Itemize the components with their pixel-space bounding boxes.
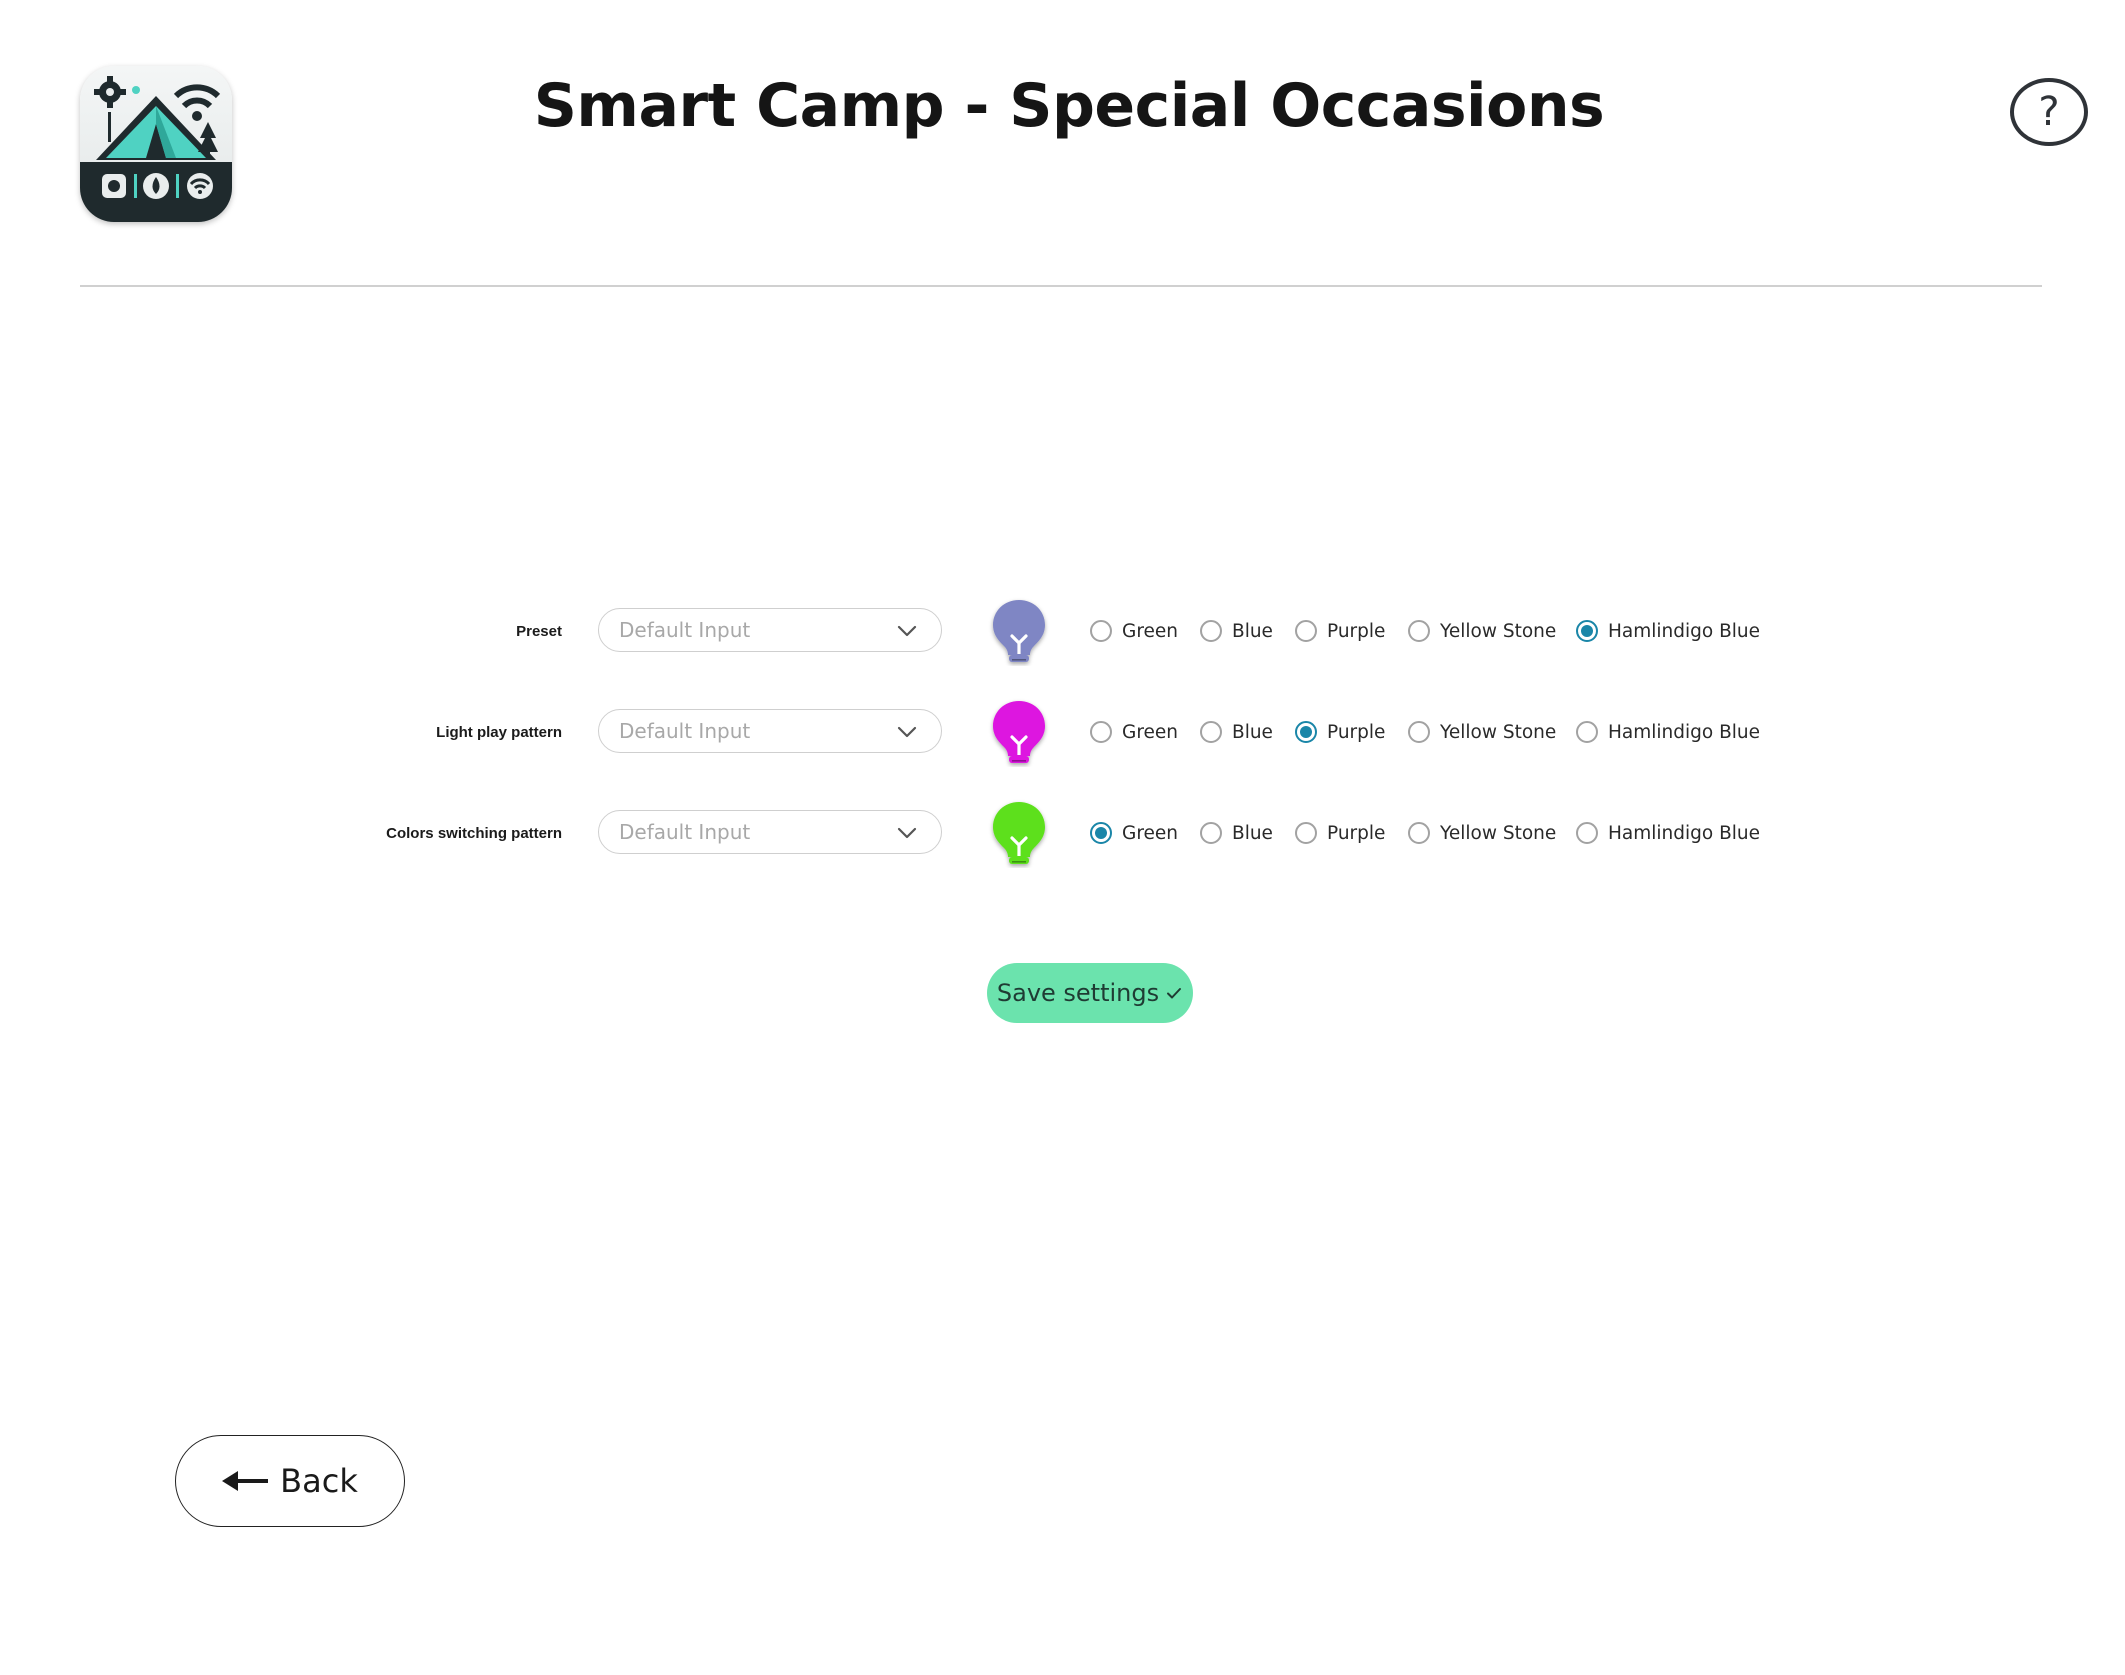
radio-button[interactable] bbox=[1576, 721, 1598, 743]
settings-row-colors-switching-pattern: Colors switching pattern Default Input G… bbox=[0, 798, 2125, 868]
radio-option-green[interactable]: Green bbox=[1090, 620, 1200, 642]
color-radio-group: Green Blue Purple Yellow Stone Hamlindigo Bl… bbox=[1090, 596, 1760, 666]
color-radio-group: Green Blue Purple Yellow Stone Hamlindigo Bl… bbox=[1090, 798, 1760, 868]
settings-row-light-play-pattern: Light play pattern Default Input Green Bl… bbox=[0, 697, 2125, 767]
radio-option-purple[interactable]: Purple bbox=[1295, 822, 1408, 844]
radio-option-hamlindigo-blue[interactable]: Hamlindigo Blue bbox=[1576, 620, 1760, 642]
radio-option-purple[interactable]: Purple bbox=[1295, 620, 1408, 642]
row-label: Colors switching pattern bbox=[386, 824, 562, 842]
light-play-pattern-select[interactable]: Default Input bbox=[598, 709, 942, 753]
select-value: Default Input bbox=[619, 618, 751, 642]
radio-label: Yellow Stone bbox=[1440, 721, 1557, 743]
select-value: Default Input bbox=[619, 820, 751, 844]
radio-option-green[interactable]: Green bbox=[1090, 721, 1200, 743]
radio-button[interactable] bbox=[1295, 822, 1317, 844]
select-value: Default Input bbox=[619, 719, 751, 743]
radio-button[interactable] bbox=[1090, 822, 1112, 844]
arrow-left-icon bbox=[222, 1471, 269, 1491]
radio-button[interactable] bbox=[1200, 822, 1222, 844]
radio-button[interactable] bbox=[1200, 721, 1222, 743]
radio-button[interactable] bbox=[1576, 822, 1598, 844]
radio-button[interactable] bbox=[1408, 620, 1430, 642]
radio-button[interactable] bbox=[1200, 620, 1222, 642]
save-settings-button[interactable]: Save settings bbox=[987, 963, 1193, 1023]
radio-label: Green bbox=[1122, 721, 1179, 743]
radio-button[interactable] bbox=[1295, 721, 1317, 743]
radio-label: Hamlindigo Blue bbox=[1608, 620, 1761, 642]
color-radio-group: Green Blue Purple Yellow Stone Hamlindigo Bl… bbox=[1090, 697, 1760, 767]
light-bulb-icon bbox=[993, 701, 1045, 763]
header-divider bbox=[80, 285, 2042, 287]
radio-option-blue[interactable]: Blue bbox=[1200, 721, 1295, 743]
radio-button[interactable] bbox=[1576, 620, 1598, 642]
colors-switching-pattern-select[interactable]: Default Input bbox=[598, 810, 942, 854]
radio-option-yellow-stone[interactable]: Yellow Stone bbox=[1408, 721, 1576, 743]
radio-button[interactable] bbox=[1408, 721, 1430, 743]
help-button[interactable]: ? bbox=[2010, 78, 2088, 146]
radio-label: Hamlindigo Blue bbox=[1608, 822, 1761, 844]
chevron-down-icon bbox=[897, 625, 917, 637]
radio-label: Blue bbox=[1232, 620, 1273, 642]
check-icon bbox=[1167, 988, 1182, 999]
radio-option-green[interactable]: Green bbox=[1090, 822, 1200, 844]
radio-button[interactable] bbox=[1295, 620, 1317, 642]
radio-label: Yellow Stone bbox=[1440, 620, 1557, 642]
radio-label: Yellow Stone bbox=[1440, 822, 1557, 844]
radio-option-purple[interactable]: Purple bbox=[1295, 721, 1408, 743]
row-label: Light play pattern bbox=[436, 723, 562, 741]
back-button[interactable]: Back bbox=[175, 1435, 405, 1527]
radio-label: Purple bbox=[1327, 620, 1386, 642]
light-bulb-icon bbox=[993, 802, 1045, 864]
chevron-down-icon bbox=[897, 827, 917, 839]
page-title: Smart Camp - Special Occasions bbox=[533, 71, 1605, 141]
radio-label: Purple bbox=[1327, 822, 1386, 844]
save-settings-label: Save settings bbox=[996, 979, 1160, 1007]
radio-label: Green bbox=[1122, 620, 1179, 642]
radio-button[interactable] bbox=[1408, 822, 1430, 844]
radio-option-blue[interactable]: Blue bbox=[1200, 620, 1295, 642]
radio-option-yellow-stone[interactable]: Yellow Stone bbox=[1408, 620, 1576, 642]
radio-button[interactable] bbox=[1090, 721, 1112, 743]
radio-label: Blue bbox=[1232, 822, 1273, 844]
radio-option-blue[interactable]: Blue bbox=[1200, 822, 1295, 844]
radio-option-yellow-stone[interactable]: Yellow Stone bbox=[1408, 822, 1576, 844]
chevron-down-icon bbox=[897, 726, 917, 738]
preset-select[interactable]: Default Input bbox=[598, 608, 942, 652]
question-mark-icon: ? bbox=[2038, 89, 2060, 135]
radio-button[interactable] bbox=[1090, 620, 1112, 642]
radio-label: Blue bbox=[1232, 721, 1273, 743]
back-label: Back bbox=[280, 1462, 358, 1500]
row-label: Preset bbox=[516, 622, 562, 640]
radio-option-hamlindigo-blue[interactable]: Hamlindigo Blue bbox=[1576, 721, 1760, 743]
radio-label: Green bbox=[1122, 822, 1179, 844]
settings-row-preset: Preset Default Input Green Blue Purple Yell… bbox=[0, 596, 2125, 666]
radio-label: Purple bbox=[1327, 721, 1386, 743]
light-bulb-icon bbox=[993, 600, 1045, 662]
radio-option-hamlindigo-blue[interactable]: Hamlindigo Blue bbox=[1576, 822, 1760, 844]
radio-label: Hamlindigo Blue bbox=[1608, 721, 1761, 743]
